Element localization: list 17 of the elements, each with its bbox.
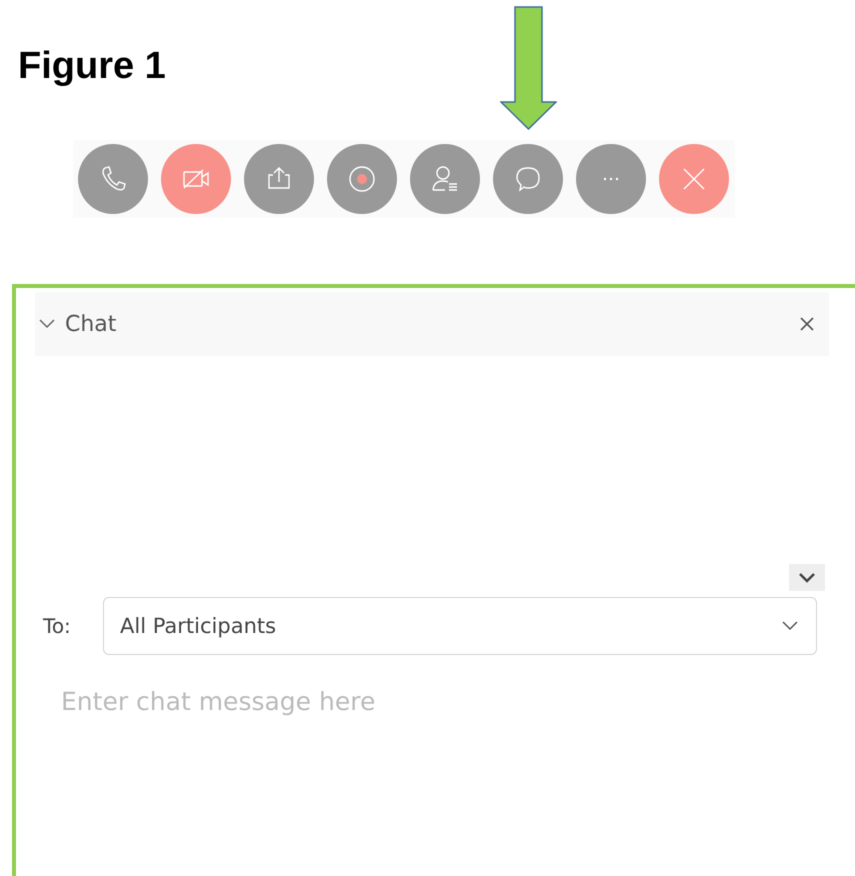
chevron-down-icon	[798, 572, 816, 584]
close-icon	[683, 168, 705, 190]
panel-title: Chat	[65, 312, 118, 336]
to-label: To:	[42, 614, 72, 638]
recipient-dropdown[interactable]: All Participants	[103, 597, 817, 655]
chat-bubble-icon	[516, 167, 540, 191]
camera-off-icon	[183, 170, 209, 188]
more-icon	[604, 178, 618, 180]
record-icon	[349, 166, 375, 192]
share-icon	[268, 167, 290, 189]
close-icon[interactable]	[799, 316, 815, 332]
phone-icon	[102, 166, 126, 190]
person-list-icon	[432, 166, 458, 191]
chevron-down-icon	[782, 621, 798, 631]
figure-title: Figure 1	[17, 44, 166, 88]
chevron-down-icon[interactable]	[39, 319, 55, 329]
scroll-down-button[interactable]	[789, 564, 825, 591]
